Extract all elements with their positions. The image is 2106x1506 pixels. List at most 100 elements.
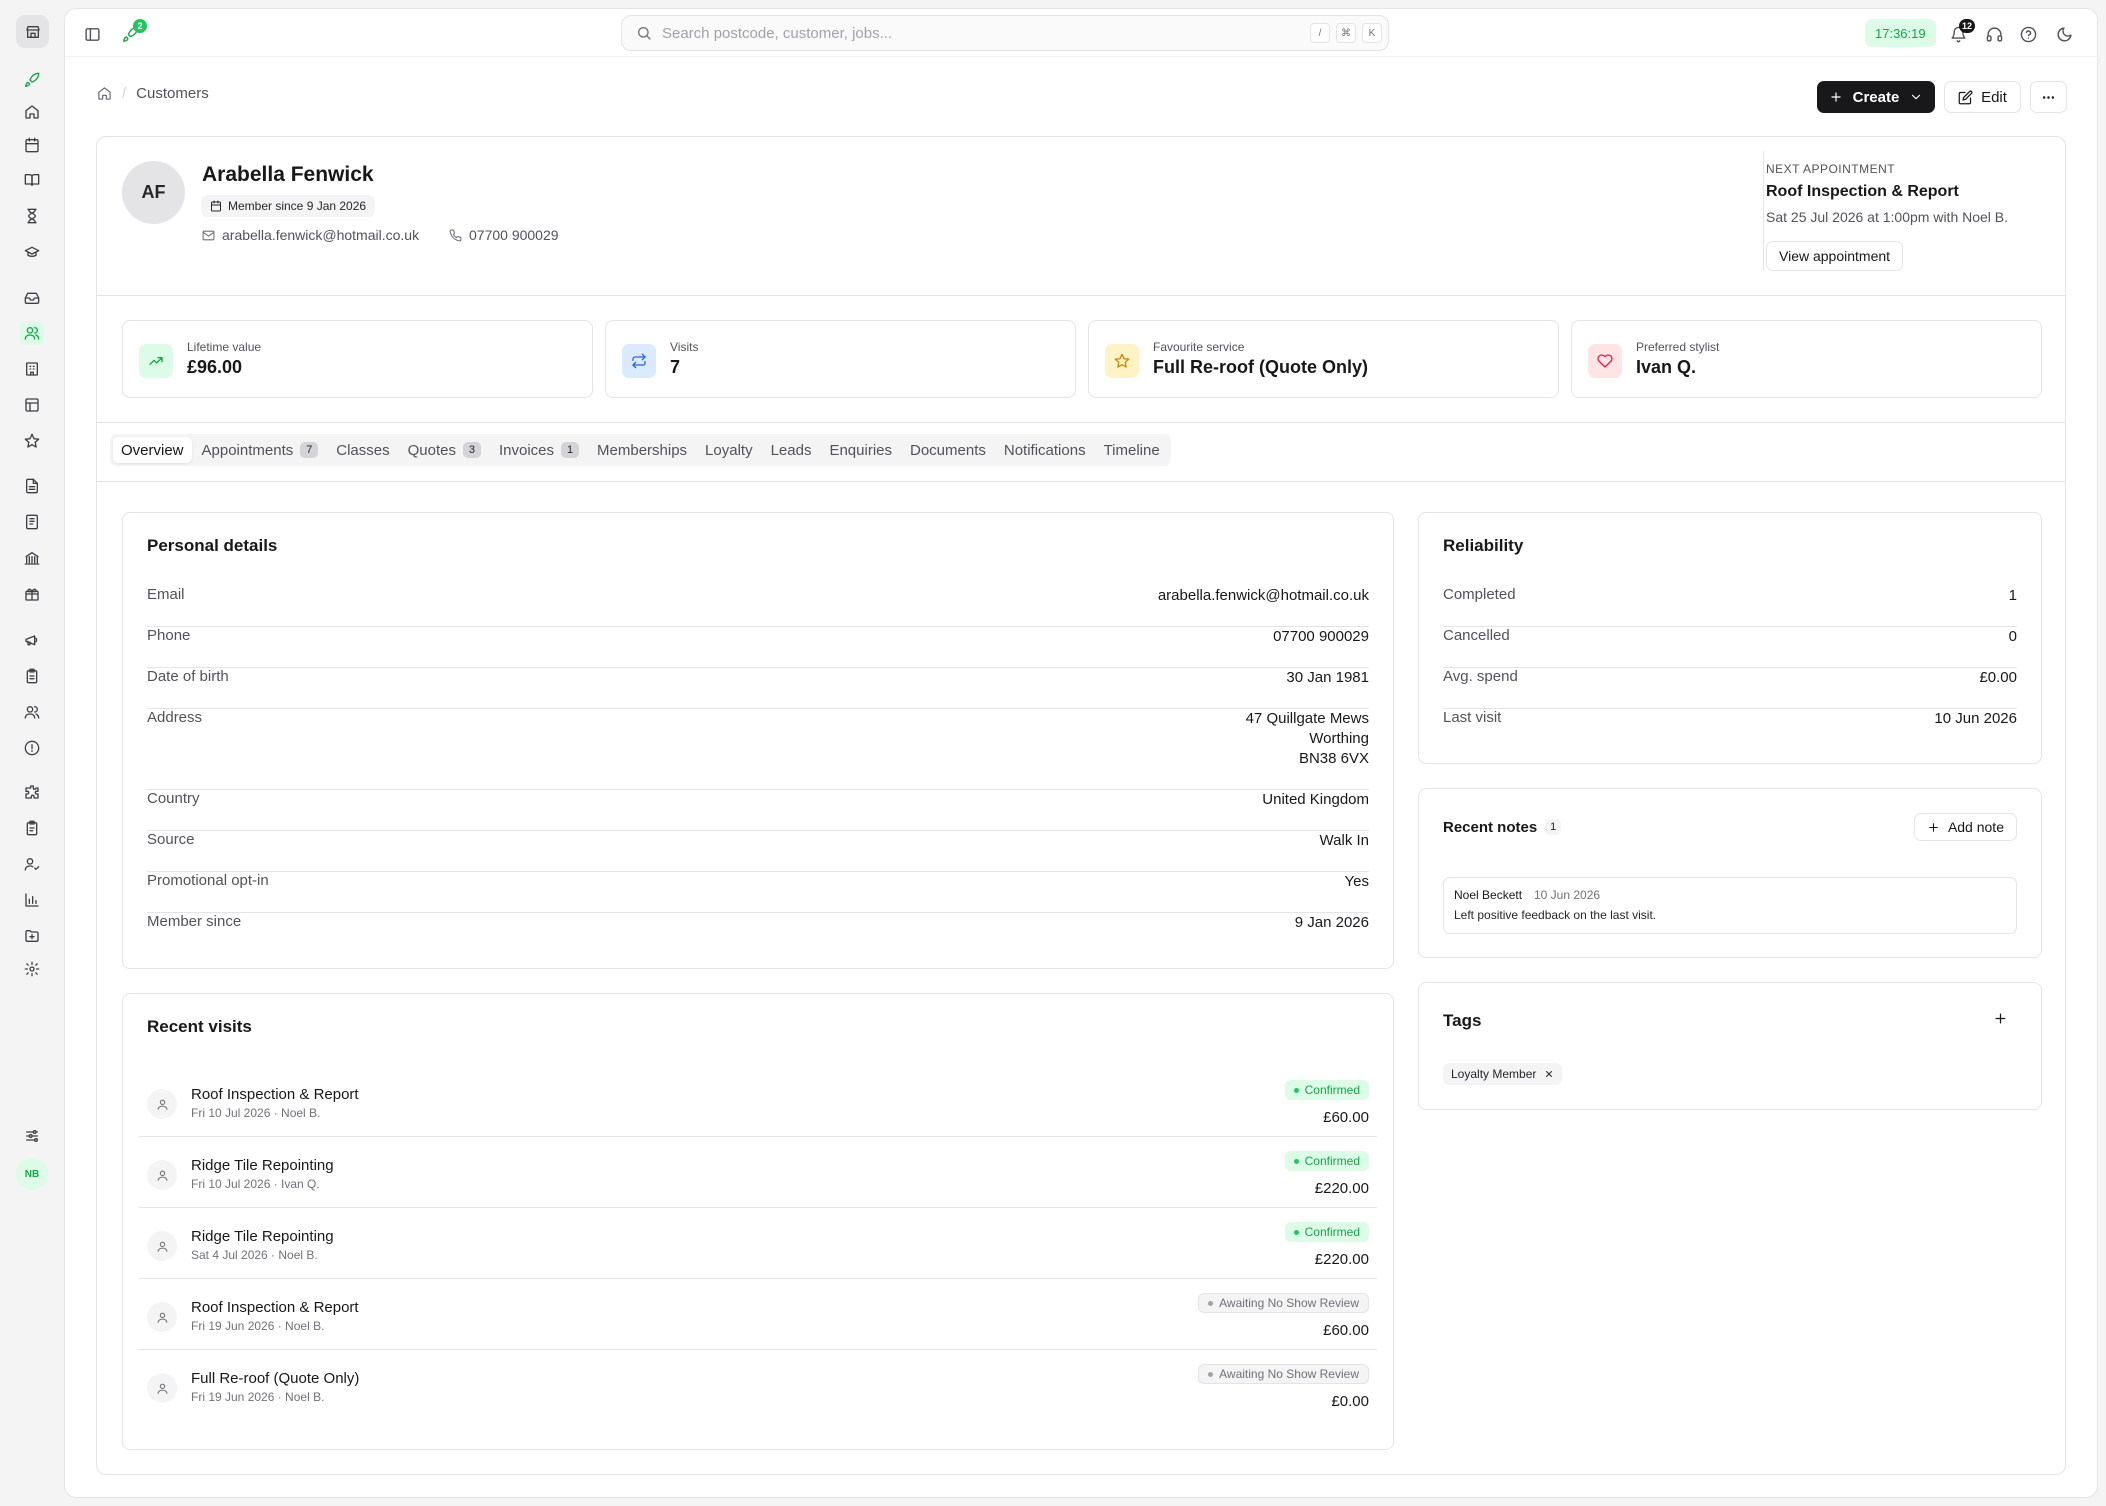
tab-documents[interactable]: Documents	[902, 437, 994, 463]
help-button[interactable]	[2015, 21, 2041, 47]
sidebar-folder-icon[interactable]	[20, 924, 44, 948]
status-text: Confirmed	[1304, 1225, 1360, 1239]
support-button[interactable]	[1981, 21, 2007, 47]
sidebar-clipboard-icon[interactable]	[20, 664, 44, 688]
sidebar-customers-icon[interactable]	[20, 321, 44, 345]
sidebar-settings-icon[interactable]	[20, 957, 44, 981]
stat-label: Preferred stylist	[1636, 340, 1720, 354]
customer-phone-link[interactable]: 07700 900029	[449, 227, 559, 243]
plus-icon	[1995, 1013, 2006, 1024]
store-logo-icon[interactable]	[16, 15, 49, 48]
sidebar-calendar-icon[interactable]	[20, 133, 44, 157]
detail-row-dob: Date of birth 30 Jan 1981	[147, 668, 1369, 709]
sidebar-gift-icon[interactable]	[20, 582, 44, 606]
sidebar-graduation-icon[interactable]	[20, 240, 44, 264]
user-avatar[interactable]: NB	[16, 1158, 48, 1190]
tab-invoices[interactable]: Invoices 1	[491, 437, 587, 463]
plus-icon	[1929, 822, 1938, 832]
notifications-button[interactable]: 12	[1945, 19, 1975, 47]
detail-value: arabella.fenwick@hotmail.co.uk	[1157, 587, 1369, 604]
tab-label: Appointments	[201, 441, 294, 459]
visit-meta: Fri 19 Jun 2026 · Noel B.	[191, 1390, 325, 1404]
toggle-sidebar-button[interactable]	[79, 21, 105, 47]
add-tag-button[interactable]	[1993, 1011, 2011, 1029]
status-badge: Confirmed	[1284, 1080, 1369, 1100]
home-icon[interactable]	[97, 86, 112, 101]
tab-label: Invoices	[498, 441, 555, 459]
visit-row[interactable]: Roof Inspection & Report Fri 10 Jul 2026…	[139, 1066, 1377, 1137]
stat-preferred-stylist: Preferred stylist Ivan Q.	[1571, 320, 2042, 398]
edit-button-label: Edit	[1981, 88, 2007, 106]
tab-leads[interactable]: Leads	[763, 437, 820, 463]
sidebar-megaphone-icon[interactable]	[20, 628, 44, 652]
card-title: Recent visits	[147, 1017, 252, 1036]
visit-row[interactable]: Ridge Tile Repointing Sat 4 Jul 2026 · N…	[139, 1208, 1377, 1279]
tab-count: 1	[561, 442, 580, 458]
visit-row[interactable]: Full Re-roof (Quote Only) Fri 19 Jun 202…	[139, 1350, 1377, 1421]
sidebar-user-check-icon[interactable]	[20, 852, 44, 876]
sidebar-sliders-icon[interactable]	[20, 1124, 44, 1148]
sidebar-invoice-icon[interactable]	[20, 510, 44, 534]
sidebar-layout-icon[interactable]	[20, 393, 44, 417]
next-appointment-detail: Sat 25 Jul 2026 at 1:00pm with Noel B.	[1766, 209, 2009, 225]
mail-icon	[202, 230, 215, 240]
sidebar-bank-icon[interactable]	[20, 546, 44, 570]
sidebar-puzzle-icon[interactable]	[20, 780, 44, 804]
edit-icon	[1958, 90, 1973, 104]
reliability-card: Reliability Completed 1 Cancelled 0 Avg. s…	[1418, 512, 2042, 764]
detail-value: 30 Jan 1981	[1286, 669, 1369, 686]
rocket-button[interactable]: 2	[117, 19, 147, 47]
tab-quotes[interactable]: Quotes 3	[400, 437, 489, 463]
sidebar-building-icon[interactable]	[20, 357, 44, 381]
visit-row[interactable]: Roof Inspection & Report Fri 19 Jun 2026…	[139, 1279, 1377, 1350]
visit-amount: £60.00	[1323, 1322, 1369, 1339]
sidebar-team-icon[interactable]	[20, 700, 44, 724]
sidebar-hourglass-icon[interactable]	[20, 204, 44, 228]
tab-appointments[interactable]: Appointments 7	[194, 437, 327, 463]
customer-email-link[interactable]: arabella.fenwick@hotmail.co.uk	[202, 227, 419, 243]
reliability-label: Completed	[1443, 586, 1516, 603]
sidebar-alert-icon[interactable]	[20, 736, 44, 760]
detail-row-address: Address 47 Quillgate Mews Worthing BN38 6VX	[147, 709, 1369, 790]
search-bar[interactable]: / ⌘ K	[621, 15, 1389, 51]
edit-button[interactable]: Edit	[1944, 81, 2021, 113]
tab-timeline[interactable]: Timeline	[1096, 437, 1168, 463]
stat-visits: Visits 7	[605, 320, 1076, 398]
card-title: Personal details	[147, 536, 278, 555]
tab-label: Timeline	[1103, 441, 1160, 459]
status-text: Awaiting No Show Review	[1219, 1296, 1359, 1310]
reliability-label: Cancelled	[1443, 627, 1510, 644]
sidebar-star-icon[interactable]	[20, 429, 44, 453]
detail-label: Phone	[147, 627, 191, 644]
detail-label: Date of birth	[147, 668, 229, 685]
more-actions-button[interactable]	[2030, 81, 2067, 113]
member-since-badge: Member since 9 Jan 2026	[201, 195, 376, 217]
sidebar-book-icon[interactable]	[20, 168, 44, 192]
tab-enquiries[interactable]: Enquiries	[821, 437, 900, 463]
tab-overview[interactable]: Overview	[113, 437, 192, 463]
tab-notifications[interactable]: Notifications	[996, 437, 1094, 463]
visit-meta: Fri 10 Jul 2026 · Noel B.	[191, 1106, 321, 1120]
status-dot	[1208, 1300, 1214, 1306]
view-appointment-button[interactable]: View appointment	[1766, 241, 1904, 271]
sidebar-home-icon[interactable]	[20, 100, 44, 124]
tab-memberships[interactable]: Memberships	[589, 437, 695, 463]
visit-service: Roof Inspection & Report	[191, 1299, 359, 1316]
visit-meta: Fri 10 Jul 2026 · Ivan Q.	[191, 1177, 320, 1191]
sidebar-rocket-icon[interactable]	[20, 68, 44, 92]
sidebar-inbox-icon[interactable]	[20, 286, 44, 310]
breadcrumb-customers[interactable]: Customers	[136, 85, 209, 102]
tab-classes[interactable]: Classes	[328, 437, 397, 463]
status-text: Awaiting No Show Review	[1219, 1367, 1359, 1381]
visit-row[interactable]: Ridge Tile Repointing Fri 10 Jul 2026 · …	[139, 1137, 1377, 1208]
add-note-button[interactable]: Add note	[1913, 813, 2017, 841]
search-input[interactable]	[662, 24, 1310, 42]
close-icon[interactable]	[1544, 1069, 1554, 1079]
tab-loyalty[interactable]: Loyalty	[697, 437, 761, 463]
visit-amount: £220.00	[1314, 1251, 1369, 1268]
sidebar-file-icon[interactable]	[20, 474, 44, 498]
create-button[interactable]: Create	[1817, 81, 1935, 113]
sidebar-chart-icon[interactable]	[20, 888, 44, 912]
theme-toggle-button[interactable]	[2051, 21, 2077, 47]
sidebar-report-icon[interactable]	[20, 816, 44, 840]
